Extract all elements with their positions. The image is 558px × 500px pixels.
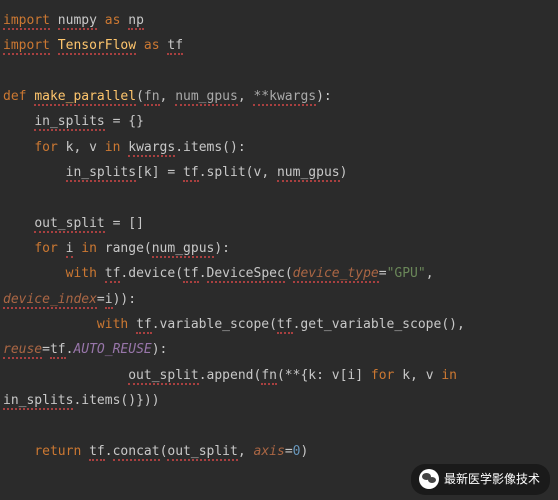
- line-6: for k, v in kwargs.items():: [3, 140, 246, 157]
- wechat-badge[interactable]: 最新医学影像技术: [411, 464, 550, 495]
- line-10: for i in range(num_gpus):: [3, 241, 230, 258]
- line-5: in_splits = {}: [3, 114, 144, 131]
- code-editor[interactable]: import numpy as np import TensorFlow as …: [3, 8, 555, 464]
- line-13: out_split.append(fn(**{k: v[i] for k, v …: [3, 368, 465, 410]
- line-1: import numpy as np: [3, 13, 144, 30]
- line-9: out_split = []: [3, 216, 144, 233]
- wechat-icon: [419, 469, 439, 489]
- line-12: with tf.variable_scope(tf.get_variable_s…: [3, 317, 473, 359]
- line-11: with tf.device(tf.DeviceSpec(device_type…: [3, 266, 441, 308]
- line-15: return tf.concat(out_split, axis=0): [3, 444, 308, 461]
- line-2: import TensorFlow as tf: [3, 38, 183, 55]
- line-4: def make_parallel(fn, num_gpus, **kwargs…: [3, 89, 332, 106]
- badge-label: 最新医学影像技术: [444, 468, 540, 491]
- line-7: in_splits[k] = tf.split(v, num_gpus): [3, 165, 347, 182]
